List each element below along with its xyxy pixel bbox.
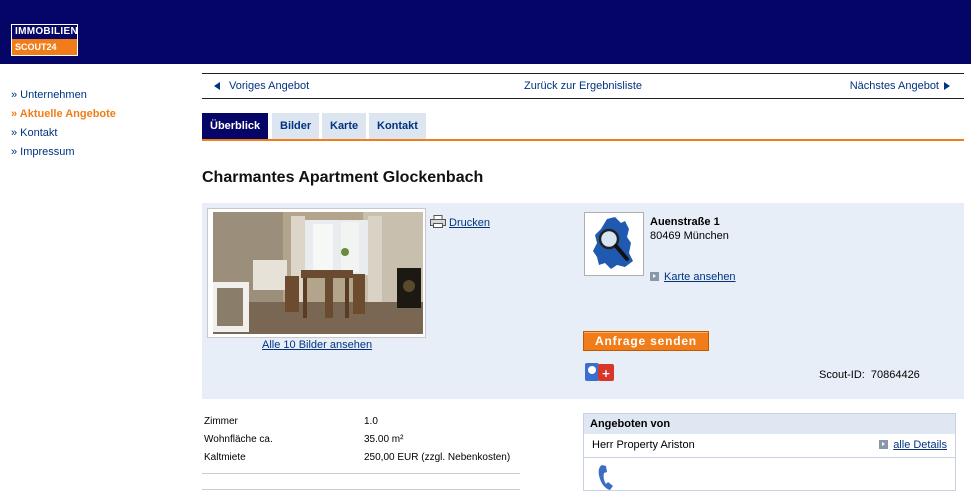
fact-label: Wohnfläche ca.	[204, 434, 273, 445]
arrow-right-icon	[944, 82, 950, 90]
tab-ueberblick[interactable]: Überblick	[202, 113, 269, 139]
sidebar-nav: » Unternehmen » Aktuelle Angebote » Kont…	[11, 86, 116, 162]
view-map-label: Karte ansehen	[664, 271, 736, 283]
listing-summary-panel: Alle 10 Bilder ansehen Drucken Auenstraß…	[202, 203, 964, 399]
sidebar-item-kontakt[interactable]: » Kontakt	[11, 124, 116, 143]
back-to-results-link[interactable]: Zurück zur Ergebnisliste	[524, 80, 642, 92]
arrow-left-icon	[214, 82, 220, 90]
fact-row: Wohnfläche ca. 35.00 m²	[202, 434, 520, 452]
view-map-link[interactable]: Karte ansehen	[650, 271, 736, 283]
print-label: Drucken	[449, 217, 490, 229]
address-block: Auenstraße 1 80469 München	[650, 215, 729, 243]
scout-id: Scout-ID: 70864426	[819, 369, 920, 381]
svg-text:+: +	[601, 367, 610, 380]
fact-value: 1.0	[364, 416, 378, 427]
logo-line-1: IMMOBILIEN	[12, 25, 78, 39]
immobilienscout24-logo[interactable]: IMMOBILIEN SCOUT24	[11, 24, 78, 56]
room-photo-image	[213, 212, 423, 334]
divider	[202, 489, 520, 490]
all-details-link[interactable]: alle Details	[879, 434, 947, 456]
previous-listing-link[interactable]: Voriges Angebot	[214, 80, 309, 92]
social-share-icon[interactable]: +	[585, 363, 615, 383]
listing-photo[interactable]	[207, 208, 426, 338]
all-pictures-link[interactable]: Alle 10 Bilder ansehen	[262, 339, 372, 351]
listing-tabs: Überblick Bilder Karte Kontakt	[202, 113, 964, 141]
previous-listing-label: Voriges Angebot	[229, 80, 310, 92]
fact-row: Kaltmiete 250,00 EUR (zzgl. Nebenkosten)	[202, 452, 520, 470]
print-link[interactable]: Drucken	[430, 215, 490, 229]
tab-karte[interactable]: Karte	[322, 113, 367, 139]
next-listing-label: Nächstes Angebot	[849, 80, 939, 92]
tab-bilder[interactable]: Bilder	[272, 113, 320, 139]
provider-name: Herr Property Ariston	[592, 439, 695, 451]
fact-value: 35.00 m²	[364, 434, 404, 445]
fact-row: Zimmer 1.0	[202, 416, 520, 434]
send-request-button[interactable]: Anfrage senden	[583, 331, 709, 351]
header-bar: IMMOBILIEN SCOUT24	[0, 0, 971, 64]
fact-label: Kaltmiete	[204, 452, 246, 463]
fact-value: 250,00 EUR (zzgl. Nebenkosten)	[364, 452, 511, 463]
listing-title: Charmantes Apartment Glockenbach	[202, 169, 484, 186]
scout-id-value: 70864426	[870, 369, 920, 381]
listing-navigation: Voriges Angebot Zurück zur Ergebnisliste…	[202, 73, 964, 99]
fact-label: Zimmer	[204, 416, 238, 427]
arrow-bullet-icon	[650, 272, 659, 281]
tab-kontakt[interactable]: Kontakt	[369, 113, 426, 139]
printer-icon	[430, 215, 446, 228]
location-map-thumbnail[interactable]	[584, 212, 644, 276]
sidebar-item-unternehmen[interactable]: » Unternehmen	[11, 86, 116, 105]
divider	[202, 473, 520, 474]
address-city: 80469 München	[650, 230, 729, 242]
phone-icon	[598, 465, 613, 490]
arrow-bullet-icon	[879, 440, 889, 449]
sidebar-item-aktuelle-angebote[interactable]: » Aktuelle Angebote	[11, 105, 116, 124]
offered-by-panel: Angeboten von Herr Property Ariston alle…	[583, 413, 956, 491]
scout-id-label: Scout-ID:	[819, 369, 865, 381]
address-street: Auenstraße 1	[650, 216, 720, 228]
all-details-label: alle Details	[893, 439, 947, 451]
offered-by-heading: Angeboten von	[584, 414, 955, 434]
property-facts: Zimmer 1.0 Wohnfläche ca. 35.00 m² Kaltm…	[202, 416, 520, 470]
next-listing-link[interactable]: Nächstes Angebot	[850, 80, 950, 92]
sidebar-item-impressum[interactable]: » Impressum	[11, 143, 116, 162]
map-search-icon	[593, 217, 633, 269]
logo-line-2: SCOUT24	[12, 39, 77, 55]
provider-row: Herr Property Ariston alle Details	[584, 434, 955, 458]
